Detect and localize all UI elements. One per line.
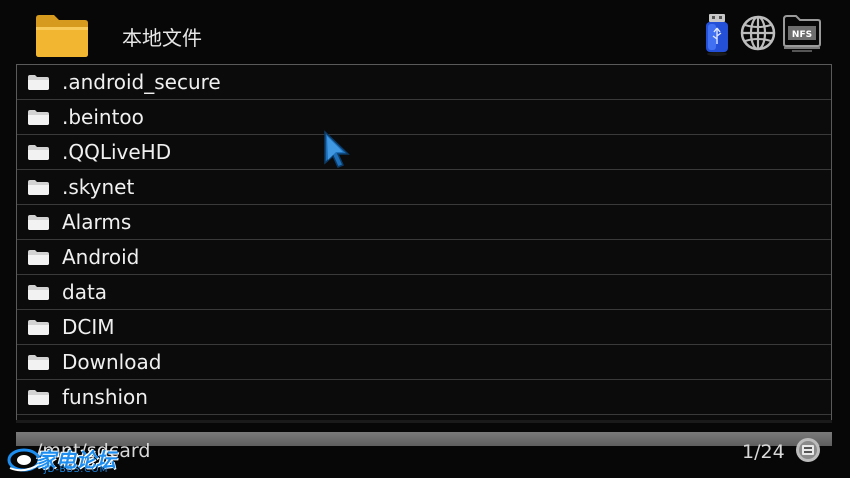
folder-icon xyxy=(28,180,49,195)
folder-icon xyxy=(28,215,49,230)
list-item[interactable]: .android_secure xyxy=(17,65,831,100)
list-item[interactable]: funshion xyxy=(17,380,831,415)
file-name: Alarms xyxy=(62,210,132,234)
file-name: .QQLiveHD xyxy=(62,140,172,164)
list-item[interactable]: .QQLiveHD xyxy=(17,135,831,170)
file-name: .android_secure xyxy=(62,70,221,94)
list-divider xyxy=(16,420,832,423)
file-name: data xyxy=(62,280,108,304)
list-item[interactable]: .skynet xyxy=(17,170,831,205)
header-bar: 本地文件 NFS xyxy=(0,0,850,64)
mouse-cursor-icon xyxy=(324,130,350,168)
nfs-label: NFS xyxy=(792,30,812,40)
list-item[interactable]: DCIM xyxy=(17,310,831,345)
page-title: 本地文件 xyxy=(122,26,202,50)
file-name: Android xyxy=(62,245,140,269)
list-item[interactable]: data xyxy=(17,275,831,310)
folder-icon xyxy=(28,145,49,160)
folder-icon xyxy=(28,285,49,300)
usb-icon[interactable] xyxy=(704,14,730,56)
folder-icon xyxy=(28,110,49,125)
file-name: .beintoo xyxy=(62,105,144,129)
page-indicator: 1/24 xyxy=(742,441,785,463)
globe-icon[interactable] xyxy=(739,14,777,52)
file-name: .skynet xyxy=(62,175,135,199)
folder-icon xyxy=(36,15,88,57)
folder-icon xyxy=(28,355,49,370)
nfs-icon[interactable]: NFS xyxy=(782,14,822,52)
file-browser-screen: 本地文件 NFS .android_secure .beintoo .QQLiv… xyxy=(0,0,850,478)
folder-icon xyxy=(28,75,49,90)
folder-icon xyxy=(28,390,49,405)
folder-icon xyxy=(28,320,49,335)
file-name: funshion xyxy=(62,385,148,409)
list-item[interactable]: .beintoo xyxy=(17,100,831,135)
list-item[interactable]: Download xyxy=(17,345,831,380)
list-item[interactable]: Android xyxy=(17,240,831,275)
file-name: Download xyxy=(62,350,162,374)
watermark-subtext: JD-BBS.COM xyxy=(44,465,109,475)
file-name: DCIM xyxy=(62,315,115,339)
file-list: .android_secure .beintoo .QQLiveHD .skyn… xyxy=(16,64,832,421)
list-item[interactable]: Alarms xyxy=(17,205,831,240)
folder-icon xyxy=(28,250,49,265)
page-menu-icon[interactable] xyxy=(795,437,821,463)
